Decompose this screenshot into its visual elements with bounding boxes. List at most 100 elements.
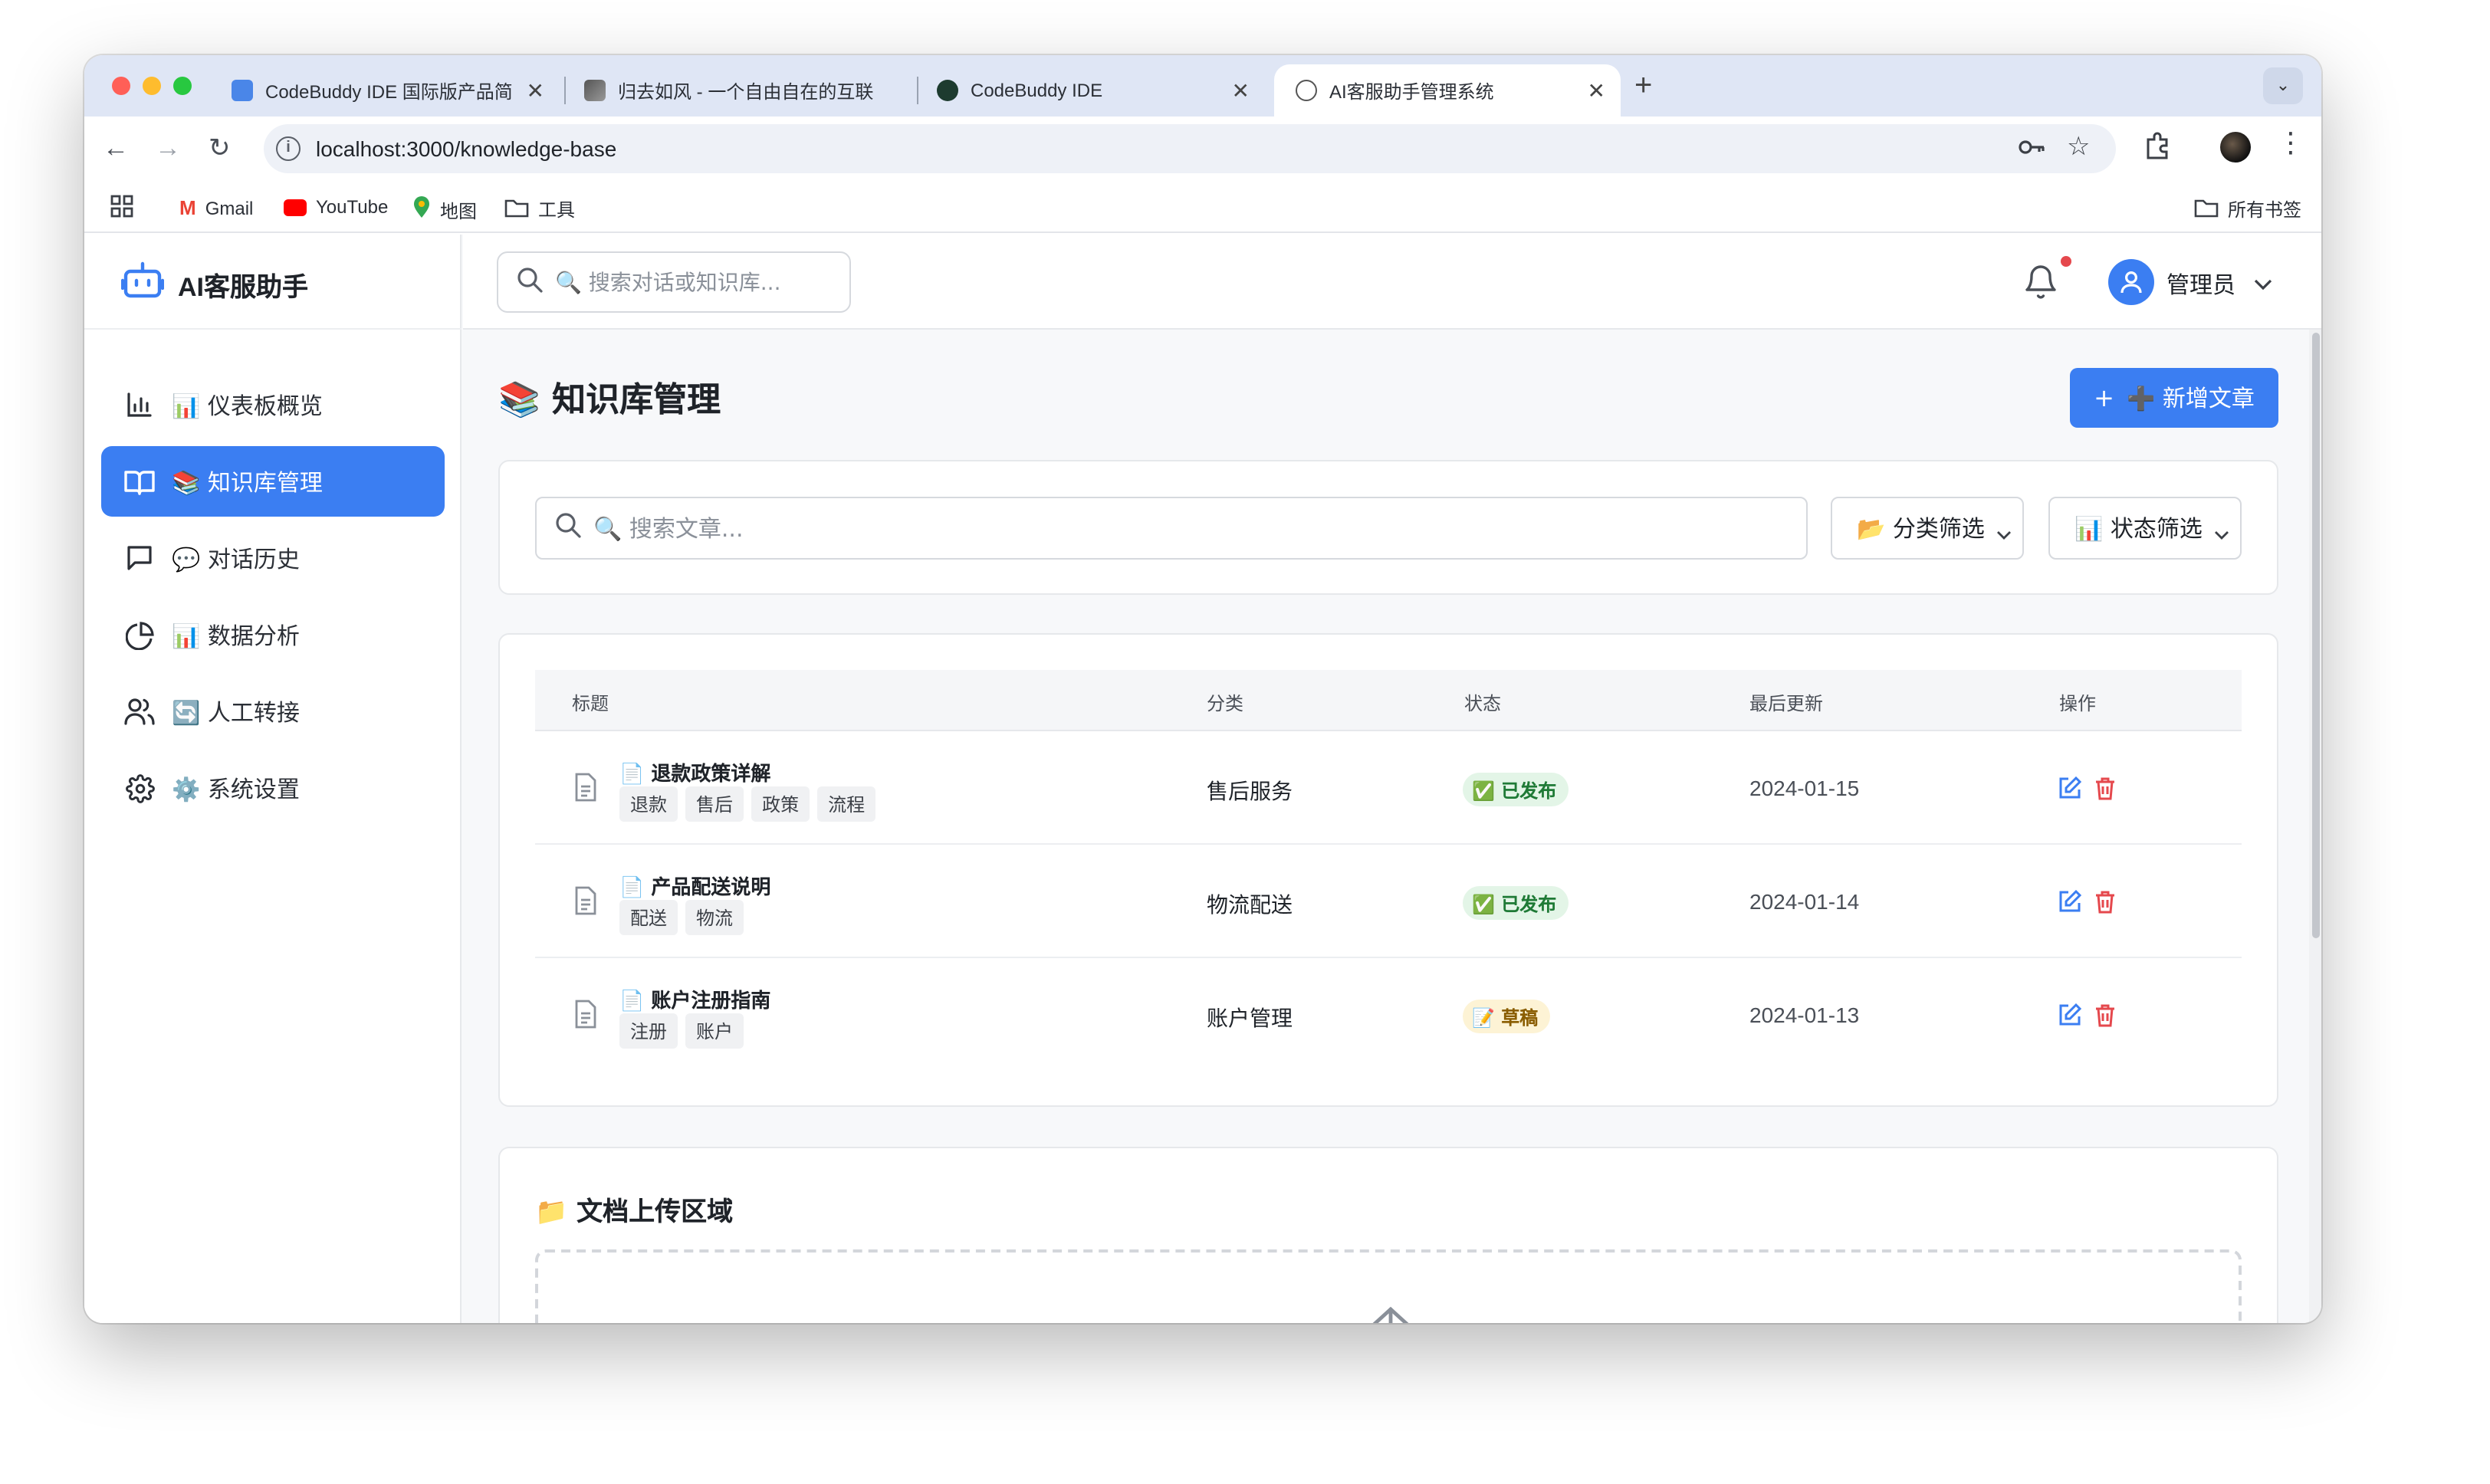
robot-icon [120,261,165,308]
maximize-window-button[interactable] [173,77,192,95]
article-updated: 2024-01-15 [1749,776,1860,800]
bookmark-label: YouTube [316,196,389,218]
brand: AI客服助手 [84,235,462,330]
article-updated: 2024-01-14 [1749,889,1860,914]
tab-bar: CodeBuddy IDE 国际版产品简 ✕ 归去如风 - 一个自由自在的互联 … [84,55,2321,117]
url-text[interactable]: localhost:3000/knowledge-base [316,136,616,161]
bookmark-youtube[interactable]: YouTube [284,196,388,218]
sidebar: AI客服助手 📊 仪表板概览 📚 知识库管理 💬 对话历史 📊 数据分析 🔄 人… [84,235,462,1323]
global-search-input[interactable]: 🔍 搜索对话或知识库... [497,251,851,313]
forward-button[interactable]: → [155,133,181,164]
document-icon [573,886,598,923]
all-bookmarks[interactable]: 所有书签 [2194,196,2301,222]
nav-item-analytics[interactable]: 📊 数据分析 [101,599,445,670]
new-tab-button[interactable]: + [1634,69,1652,104]
status-badge: ✅ 已发布 [1463,886,1569,920]
pie-chart-icon [123,620,156,649]
back-button[interactable]: ← [103,133,129,164]
article-category: 物流配送 [1207,892,1293,917]
close-window-button[interactable] [112,77,130,95]
add-article-button[interactable]: + ➕ 新增文章 [2070,368,2278,428]
edit-icon[interactable] [2058,1003,2082,1035]
browser-tab[interactable]: CodeBuddy IDE ✕ [915,64,1265,117]
minimize-window-button[interactable] [143,77,161,95]
article-search-placeholder: 🔍 搜索文章... [593,515,744,543]
category-filter-select[interactable]: 📂 分类筛选 [1831,497,2024,560]
plus-icon: + [2094,383,2114,412]
upload-card: 📁 文档上传区域 [498,1147,2278,1323]
maps-icon [412,196,431,224]
nav-label: ⚙️ 系统设置 [172,775,300,803]
status-badge: ✅ 已发布 [1463,773,1569,806]
status-filter-select[interactable]: 📊 状态筛选 [2048,497,2242,560]
tab-search-button[interactable]: ⌄ [2263,67,2303,104]
site-info-icon[interactable]: i [276,136,301,161]
scrollbar-thumb[interactable] [2312,333,2320,938]
app-root: AI客服助手 📊 仪表板概览 📚 知识库管理 💬 对话历史 📊 数据分析 🔄 人… [84,235,2321,1323]
trash-icon[interactable] [2094,776,2116,808]
bookmark-gmail[interactable]: M Gmail [179,196,253,219]
trash-icon[interactable] [2094,1003,2116,1035]
tab-title: 归去如风 - 一个自由自在的互联 [618,80,874,102]
nav-item-dashboard[interactable]: 📊 仪表板概览 [101,369,445,440]
article-title[interactable]: 📄 账户注册指南 [619,984,770,1013]
tag: 退款 [619,786,678,822]
chevron-down-icon[interactable] [2254,271,2272,299]
password-key-icon[interactable] [2018,136,2045,164]
document-icon [573,773,598,809]
tag: 流程 [817,786,876,822]
bell-icon[interactable] [2024,264,2058,308]
bookmark-star-icon[interactable]: ☆ [2067,132,2091,163]
notification-dot [2061,256,2071,267]
browser-menu-icon[interactable]: ⋮ [2277,127,2304,159]
nav-label: 📊 仪表板概览 [172,392,323,419]
trash-icon[interactable] [2094,889,2116,921]
table-row[interactable]: 📄 退款政策详解 退款 售后 政策 流程 售后服务 ✅ 已发布 2024-01-… [535,731,2242,845]
users-icon [123,698,156,725]
user-name[interactable]: 管理员 [2166,268,2235,300]
search-icon [517,267,543,297]
reload-button[interactable]: ↻ [209,133,231,164]
close-tab-icon[interactable]: ✕ [527,78,544,104]
message-icon [123,544,156,572]
nav-item-conversations[interactable]: 💬 对话历史 [101,523,445,593]
article-search-input[interactable]: 🔍 搜索文章... [535,497,1808,560]
edit-icon[interactable] [2058,889,2082,921]
tab-title: CodeBuddy IDE [971,80,1103,101]
status-filter-label: 📊 状态筛选 [2074,515,2203,543]
brand-name: AI客服助手 [178,273,308,302]
extensions-icon[interactable] [2143,132,2171,167]
close-tab-icon[interactable]: ✕ [1588,78,1605,104]
youtube-icon [284,199,307,215]
browser-tab[interactable]: 归去如风 - 一个自由自在的互联 [563,64,915,117]
bar-chart-icon [123,391,156,419]
close-tab-icon[interactable]: ✕ [1232,78,1250,104]
apps-grid-icon[interactable] [110,195,133,218]
article-category: 售后服务 [1207,779,1293,803]
nav-label: 📊 数据分析 [172,622,300,649]
address-bar[interactable]: i localhost:3000/knowledge-base ☆ [264,124,2116,173]
page-title: 📚 知识库管理 [498,382,721,420]
nav-label: 📚 知识库管理 [172,468,323,496]
edit-icon[interactable] [2058,776,2082,808]
nav-item-handoff[interactable]: 🔄 人工转接 [101,676,445,747]
nav-item-settings[interactable]: ⚙️ 系统设置 [101,753,445,823]
article-title[interactable]: 📄 产品配送说明 [619,871,770,900]
nav-item-knowledge-base[interactable]: 📚 知识库管理 [101,446,445,517]
tag: 物流 [685,900,744,935]
globe-icon [1296,80,1317,101]
bookmark-maps[interactable]: 地图 [412,196,477,224]
bookmark-folder-tools[interactable]: 工具 [504,196,575,222]
browser-tab-active[interactable]: AI客服助手管理系统 ✕ [1274,64,1621,117]
upload-dropzone[interactable] [535,1249,2242,1323]
browser-tab[interactable]: CodeBuddy IDE 国际版产品简 ✕ [210,64,560,117]
table-row[interactable]: 📄 账户注册指南 注册 账户 账户管理 📝 草稿 2024-01-13 [535,958,2242,1072]
column-header: 分类 [1207,693,1244,714]
nav-label: 🔄 人工转接 [172,698,300,726]
user-avatar[interactable] [2108,259,2154,305]
table-row[interactable]: 📄 产品配送说明 配送 物流 物流配送 ✅ 已发布 2024-01-14 [535,845,2242,958]
profile-avatar[interactable] [2220,132,2251,163]
category-filter-label: 📂 分类筛选 [1857,515,1985,543]
column-header: 标题 [572,693,609,714]
article-title[interactable]: 📄 退款政策详解 [619,757,770,786]
